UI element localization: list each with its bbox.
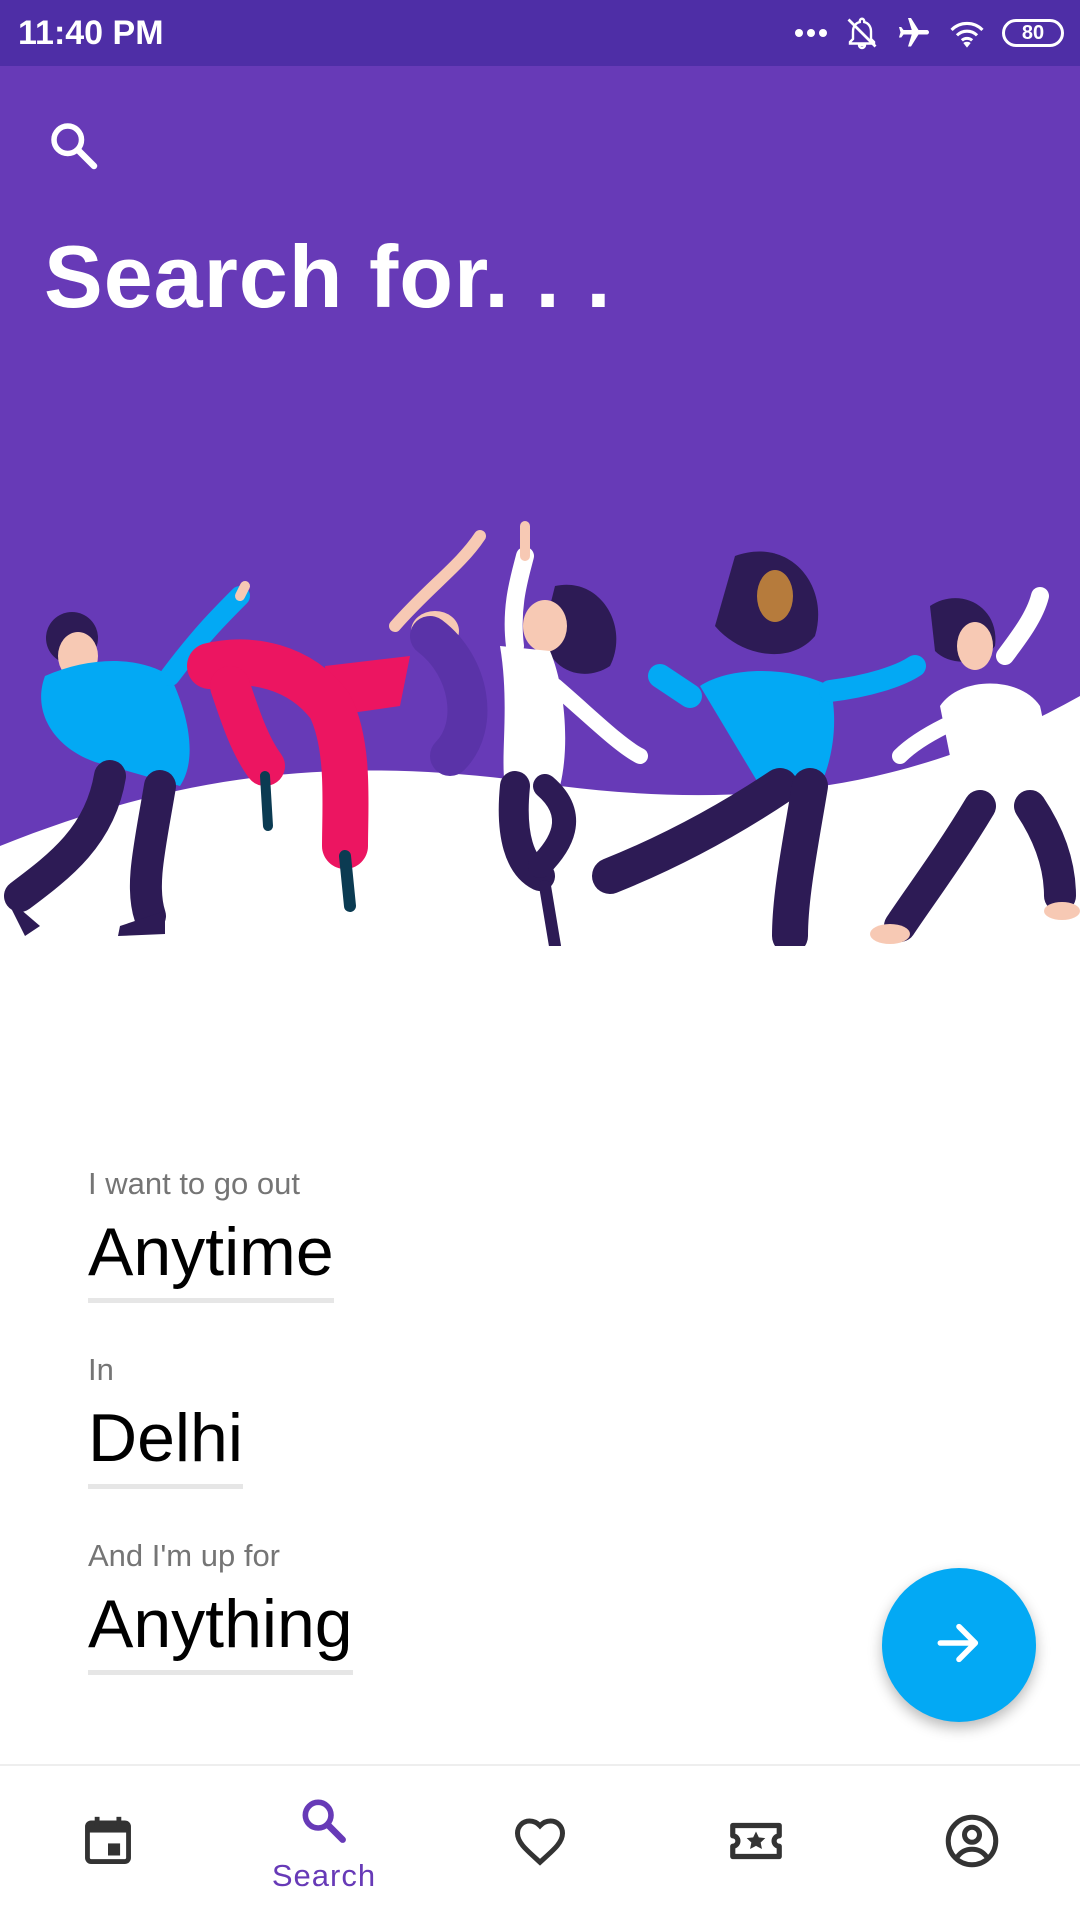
what-value[interactable]: Anything: [88, 1582, 353, 1675]
status-time: 11:40 PM: [18, 14, 164, 52]
airplane-mode-icon: [896, 15, 932, 51]
heart-icon: [510, 1811, 570, 1876]
ticket-icon: [725, 1810, 787, 1877]
account-icon: [942, 1811, 1002, 1876]
wifi-icon: [948, 16, 986, 50]
where-value[interactable]: Delhi: [88, 1396, 243, 1489]
when-value[interactable]: Anytime: [88, 1210, 334, 1303]
battery-icon: 80: [1002, 19, 1064, 47]
next-button[interactable]: [882, 1568, 1036, 1722]
status-icons: 80: [794, 0, 1064, 66]
where-field: In Delhi: [88, 1352, 243, 1489]
when-label: I want to go out: [88, 1166, 300, 1201]
page-title: Search for. . .: [44, 227, 612, 326]
what-field: And I'm up for Anything: [88, 1538, 353, 1675]
what-label: And I'm up for: [88, 1538, 281, 1573]
nav-item-favorites[interactable]: [432, 1766, 648, 1920]
nav-item-account[interactable]: [864, 1766, 1080, 1920]
where-label: In: [88, 1352, 114, 1387]
bottom-navigation: Search: [0, 1764, 1080, 1920]
dancers-illustration: [0, 521, 1080, 946]
nav-item-search[interactable]: Search: [216, 1766, 432, 1920]
nav-item-calendar[interactable]: [0, 1766, 216, 1920]
arrow-forward-icon: [931, 1615, 987, 1676]
more-dots-icon: [794, 28, 828, 38]
header: Search for. . .: [0, 66, 1080, 946]
status-bar: 11:40 PM 80: [0, 0, 1080, 66]
nav-label-search: Search: [271, 1857, 377, 1893]
notifications-off-icon: [844, 15, 880, 51]
search-icon[interactable]: [44, 116, 104, 176]
search-icon: [296, 1793, 352, 1854]
nav-item-tickets[interactable]: [648, 1766, 864, 1920]
when-field: I want to go out Anytime: [88, 1166, 334, 1303]
calendar-icon: [79, 1812, 137, 1875]
